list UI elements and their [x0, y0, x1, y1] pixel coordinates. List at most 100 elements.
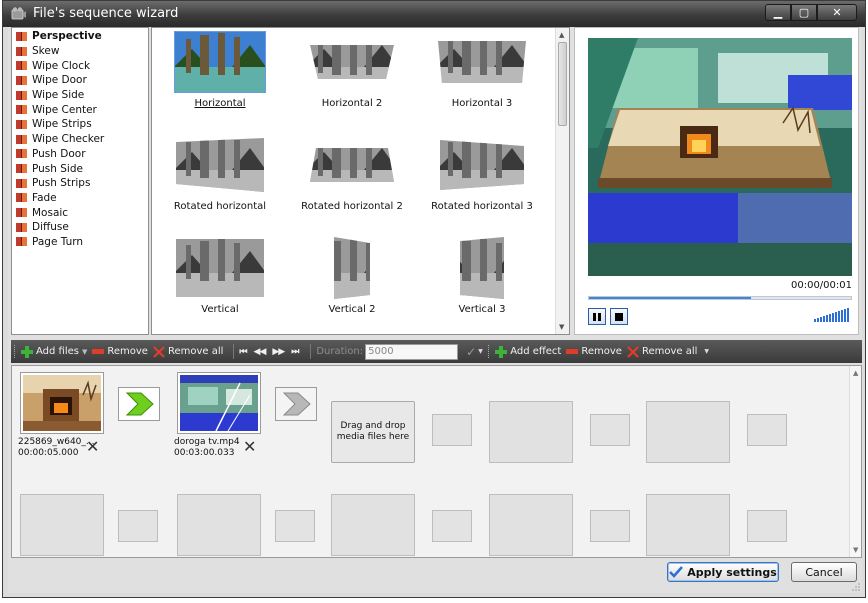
scroll-up-icon[interactable]: ▲ [853, 369, 858, 377]
empty-transition-slot[interactable] [432, 510, 472, 542]
empty-transition-slot[interactable] [747, 510, 787, 542]
next-button[interactable]: ▶▶ [272, 347, 285, 357]
red-x-icon [153, 345, 165, 358]
previous-button[interactable]: ◀◀ [254, 347, 267, 357]
effect-book-icon [16, 193, 27, 203]
toolbar-overflow-icon[interactable]: ▼ [478, 348, 485, 355]
toolbar-overflow-icon[interactable]: ▼ [704, 348, 711, 355]
scroll-down-icon[interactable]: ▼ [559, 323, 564, 331]
remove-clip-icon[interactable]: ✕ [243, 439, 256, 455]
effect-variant-grid[interactable]: ▲ ▼ Horizontal Horizontal 2 Horizontal 3 Ro… [151, 27, 570, 335]
effect-variant-thumb[interactable]: Rotated horizontal 3 [417, 133, 547, 233]
empty-clip-slot[interactable] [489, 401, 573, 463]
dropdown-arrow-icon[interactable]: ▼ [82, 348, 87, 356]
effect-category-item[interactable]: Wipe Strips [12, 117, 148, 132]
effect-category-item[interactable]: Wipe Center [12, 102, 148, 117]
volume-icon[interactable] [814, 308, 852, 322]
effect-category-item[interactable]: Wipe Side [12, 88, 148, 103]
sequence-timeline[interactable]: 225869_w640_... 00:00:05.000 ✕ doroga tv… [11, 365, 862, 558]
effect-category-item[interactable]: Push Side [12, 161, 148, 176]
add-effect-button[interactable]: Add effect [495, 345, 561, 358]
effect-book-icon [16, 75, 27, 85]
empty-clip-slot[interactable] [177, 494, 261, 556]
green-transition-arrow-icon [125, 392, 154, 416]
effect-variant-thumb[interactable]: Vertical 2 [287, 236, 417, 334]
empty-clip-slot[interactable] [489, 494, 573, 556]
remove-file-button[interactable]: Remove [92, 346, 148, 357]
effect-category-item[interactable]: Perspective [12, 29, 148, 44]
timeline-scrollbar[interactable]: ▲ ▼ [849, 366, 861, 557]
effect-variant-thumb[interactable]: Vertical 3 [417, 236, 547, 334]
effect-book-icon [16, 237, 27, 247]
effect-variant-thumb[interactable]: Horizontal 3 [417, 30, 547, 130]
effect-variant-thumb[interactable]: Rotated horizontal [155, 133, 285, 233]
last-frame-button[interactable]: ⏭ [291, 347, 299, 357]
clip-thumbnail[interactable] [20, 372, 104, 434]
scroll-up-icon[interactable]: ▲ [559, 31, 564, 39]
empty-clip-slot[interactable] [20, 494, 104, 556]
effect-category-item[interactable]: Wipe Door [12, 73, 148, 88]
effect-category-item[interactable]: Wipe Clock [12, 58, 148, 73]
empty-clip-slot[interactable] [646, 401, 730, 463]
apply-settings-button[interactable]: Apply settings [667, 562, 779, 582]
empty-transition-slot[interactable] [590, 414, 630, 446]
effect-category-item[interactable]: Push Strips [12, 176, 148, 191]
playback-progress-bar[interactable] [588, 296, 852, 300]
effect-category-item[interactable]: Fade [12, 191, 148, 206]
thumb-scrollbar[interactable]: ▲ ▼ [555, 28, 569, 334]
empty-transition-slot[interactable] [590, 510, 630, 542]
effect-category-item[interactable]: Skew [12, 44, 148, 59]
toolbar-grip[interactable] [488, 345, 491, 358]
sequence-toolbar: Add files ▼ Remove Remove all ⏮ ◀◀ ▶▶ ⏭ … [11, 340, 862, 363]
empty-clip-slot[interactable] [646, 494, 730, 556]
remove-all-files-button[interactable]: Remove all [153, 345, 224, 358]
empty-clip-slot[interactable] [331, 494, 415, 556]
effect-category-item[interactable]: Page Turn [12, 235, 148, 250]
remove-all-label: Remove all [167, 346, 224, 357]
effect-variant-thumb[interactable]: Horizontal 2 [287, 30, 417, 130]
effect-preview-image [174, 31, 266, 93]
scroll-down-icon[interactable]: ▼ [853, 546, 858, 554]
effect-category-item[interactable]: Wipe Checker [12, 132, 148, 147]
toolbar-separator [310, 344, 312, 359]
effect-category-label: Push Door [32, 147, 86, 160]
add-files-button[interactable]: Add files ▼ [21, 345, 87, 358]
effect-variant-thumb[interactable]: Rotated horizontal 2 [287, 133, 417, 233]
remove-effect-button[interactable]: Remove [566, 346, 622, 357]
effect-category-list[interactable]: Perspective Skew Wipe Clock Wipe Door Wipe S… [11, 27, 149, 335]
effect-category-item[interactable]: Diffuse [12, 220, 148, 235]
effect-category-label: Push Strips [32, 177, 91, 190]
transition-slot[interactable] [275, 387, 317, 421]
cancel-button[interactable]: Cancel [791, 562, 857, 582]
effect-variant-label: Rotated horizontal 2 [301, 201, 403, 212]
empty-transition-slot[interactable] [118, 510, 158, 542]
pause-button[interactable] [588, 308, 606, 325]
effect-category-item[interactable]: Push Door [12, 147, 148, 162]
minimize-button[interactable]: ▁ [765, 4, 791, 21]
effect-variant-thumb[interactable]: Horizontal [155, 30, 285, 130]
stop-button[interactable] [610, 308, 628, 325]
effect-book-icon [16, 178, 27, 188]
empty-transition-slot[interactable] [747, 414, 787, 446]
resize-grip-icon[interactable] [852, 583, 860, 591]
first-frame-button[interactable]: ⏮ [239, 347, 247, 357]
remove-clip-icon[interactable]: ✕ [86, 439, 99, 455]
duration-input[interactable]: 5000 [365, 343, 459, 360]
remove-all-effects-button[interactable]: Remove all [627, 345, 697, 358]
title-bar[interactable]: File's sequence wizard ▁ ▢ ✕ [3, 1, 865, 27]
toolbar-grip[interactable] [14, 345, 17, 358]
clip-thumbnail[interactable] [177, 372, 261, 434]
transition-slot[interactable] [118, 387, 160, 421]
effect-variant-thumb[interactable]: Vertical [155, 236, 285, 334]
close-button[interactable]: ✕ [817, 4, 857, 21]
apply-duration-check-icon[interactable]: ✓ [466, 345, 476, 359]
empty-transition-slot[interactable] [432, 414, 472, 446]
preview-frame-image [588, 38, 852, 276]
effect-book-icon [16, 164, 27, 174]
effect-book-icon [16, 119, 27, 129]
scrollbar-thumb[interactable] [558, 42, 567, 126]
maximize-button[interactable]: ▢ [791, 4, 817, 21]
empty-transition-slot[interactable] [275, 510, 315, 542]
media-drop-zone[interactable]: Drag and drop media files here [331, 401, 415, 463]
effect-category-item[interactable]: Mosaic [12, 205, 148, 220]
